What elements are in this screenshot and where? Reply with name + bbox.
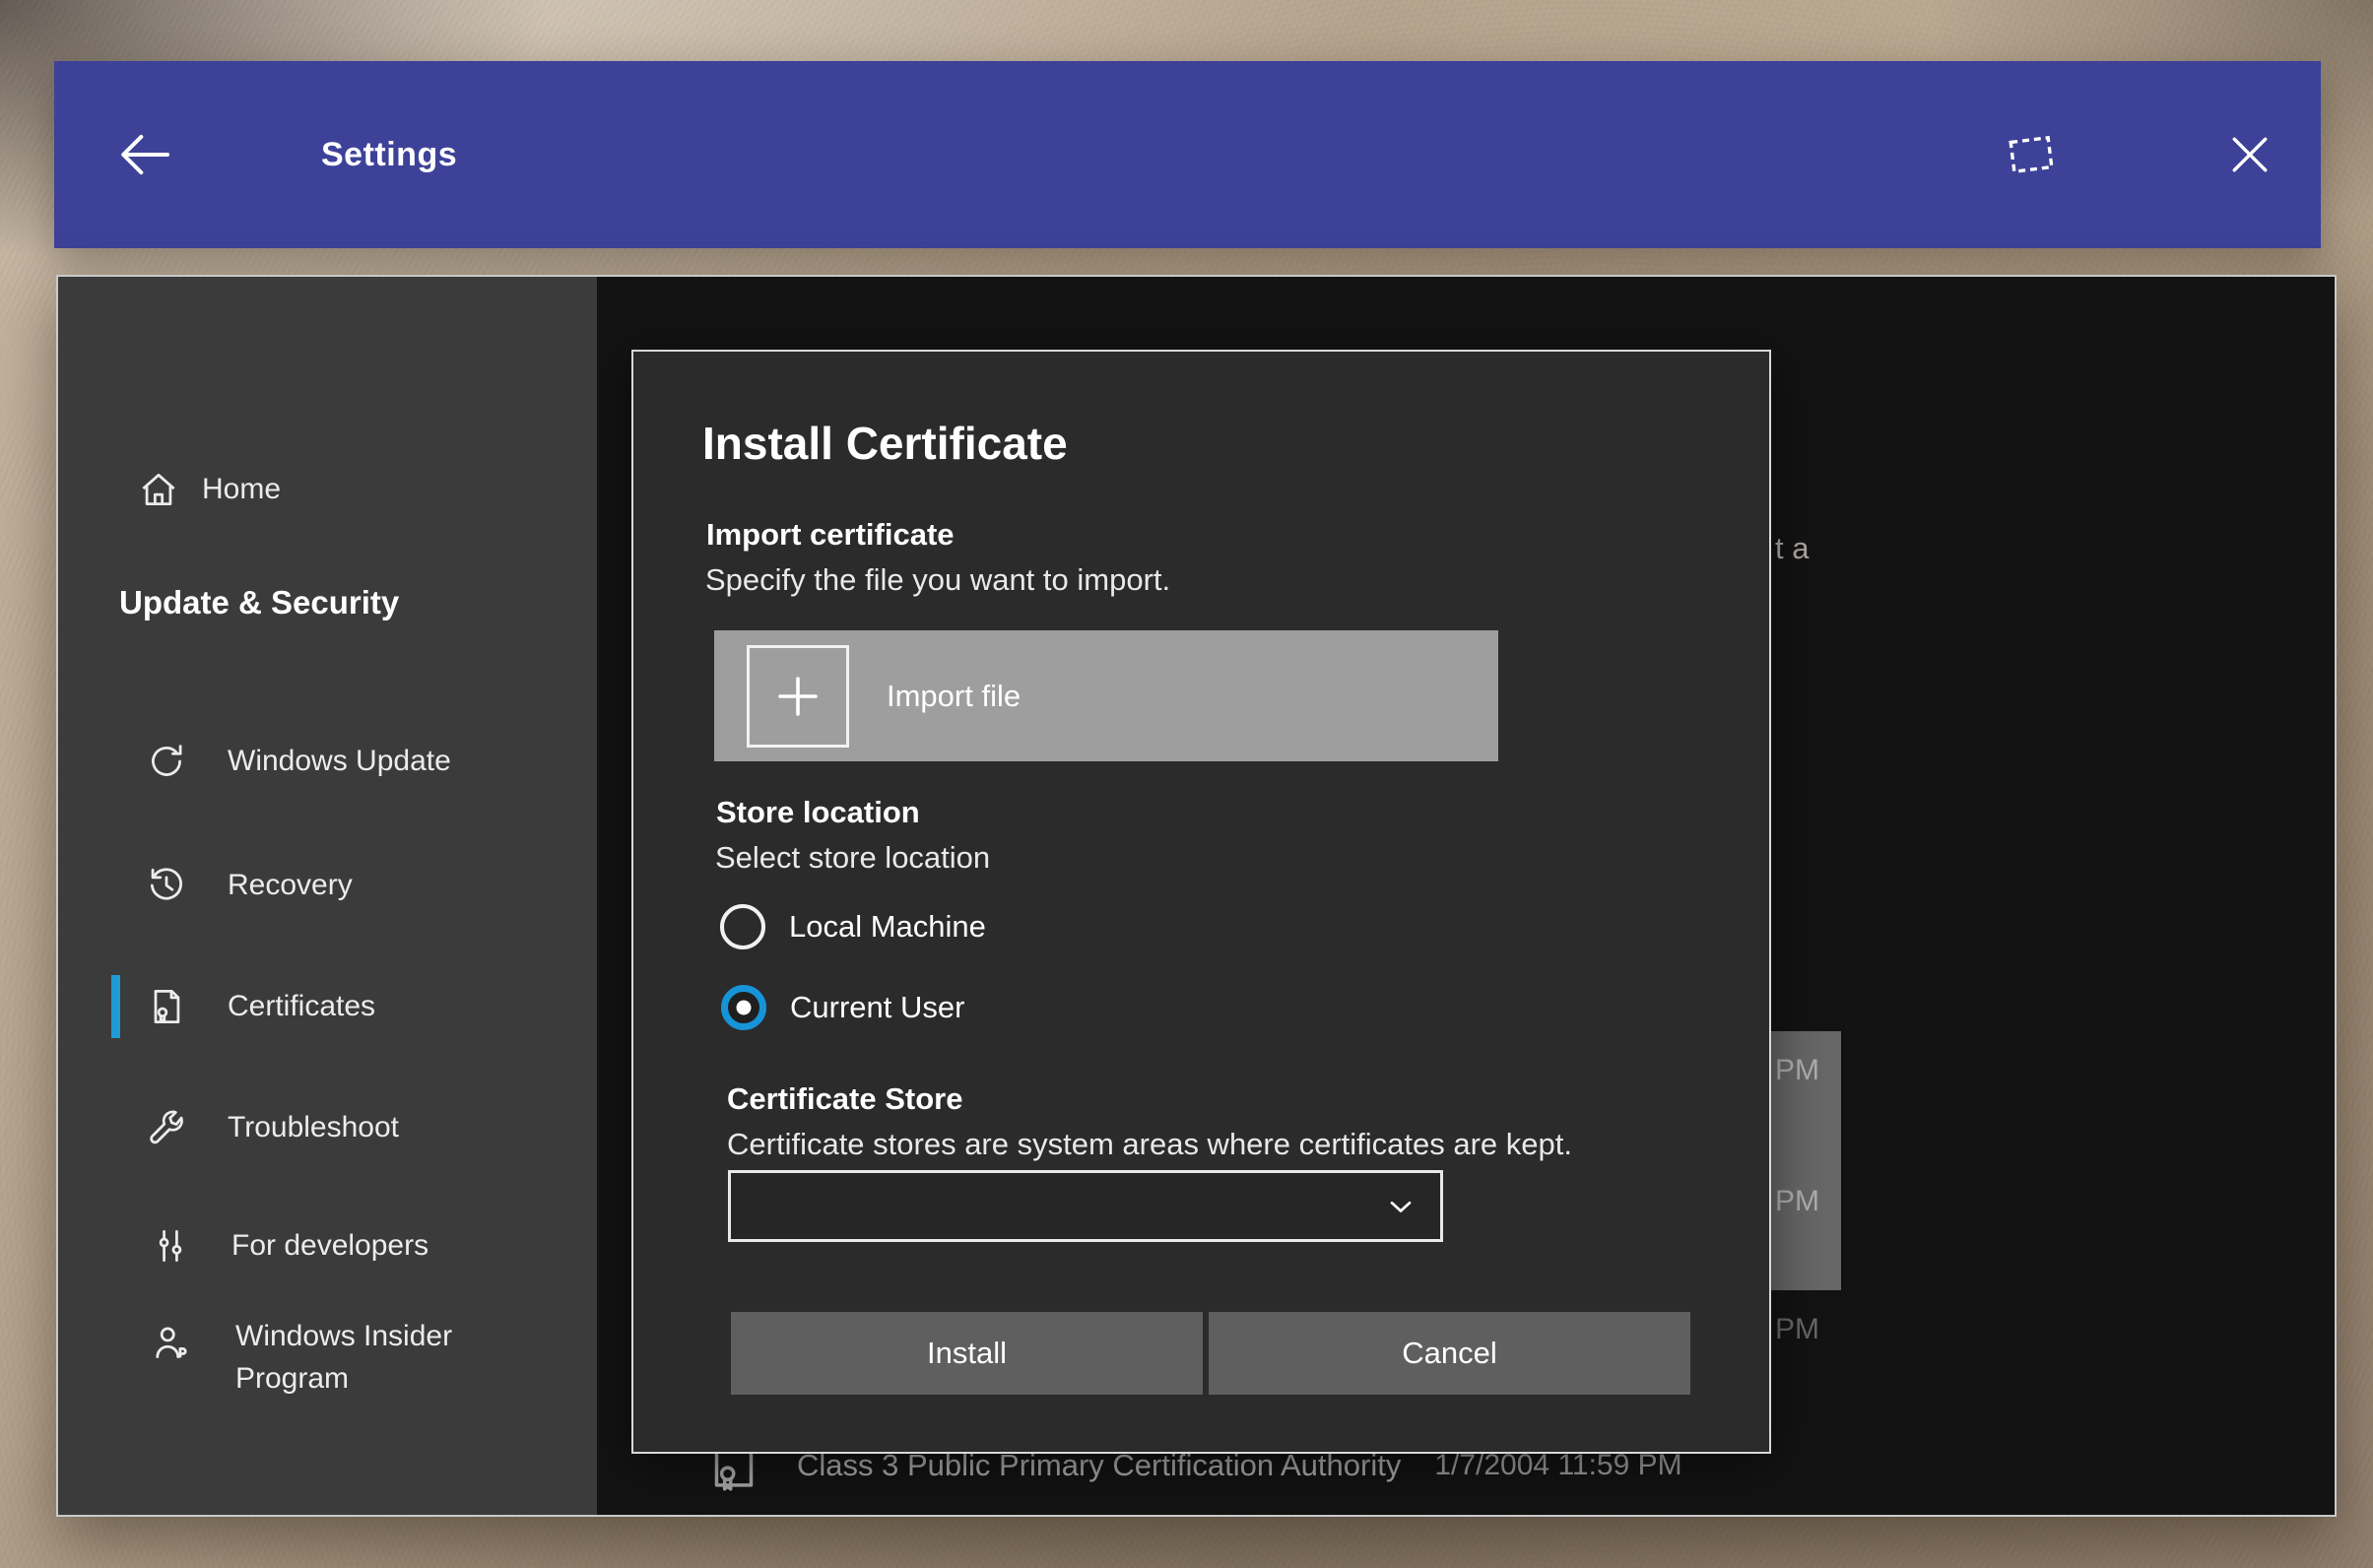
store-location-description: Select store location (715, 840, 991, 875)
sidebar-item-for-developers[interactable]: For developers (149, 1218, 428, 1274)
sidebar-item-label: Home (202, 473, 282, 505)
sidebar-item-label: Certificates (228, 990, 376, 1022)
import-file-label: Import file (887, 678, 1022, 713)
store-location-heading: Store location (716, 795, 920, 829)
sidebar-item-home[interactable]: Home (137, 462, 281, 517)
install-button[interactable]: Install (731, 1312, 1203, 1395)
titlebar: Settings (54, 61, 2321, 248)
certificate-store-description: Certificate stores are system areas wher… (727, 1127, 1572, 1161)
close-button[interactable] (2214, 119, 2285, 190)
chevron-down-icon (1383, 1189, 1418, 1224)
sync-icon (145, 740, 188, 783)
sidebar: Home Update & Security Windows Update Re… (58, 277, 597, 1515)
titlebar-actions (1996, 119, 2285, 190)
cancel-button[interactable]: Cancel (1209, 1312, 1690, 1395)
arrow-left-icon (112, 123, 175, 186)
dialog-title: Install Certificate (702, 418, 1068, 469)
radio-label: Current User (790, 990, 965, 1024)
wrench-icon (145, 1106, 188, 1149)
sidebar-item-windows-update[interactable]: Windows Update (145, 734, 451, 789)
radio-unselected-icon (720, 904, 765, 949)
sidebar-item-windows-insider[interactable]: Windows Insider Program (149, 1315, 482, 1413)
sidebar-category-title: Update & Security (119, 584, 400, 621)
install-button-label: Install (927, 1336, 1007, 1370)
content-area: t a PM PM PM Class 3 Public Primary Cert… (597, 277, 2335, 1515)
import-certificate-description: Specify the file you want to import. (705, 562, 1171, 597)
close-x-icon (2223, 128, 2276, 181)
sidebar-item-label: Windows Insider Program (235, 1320, 453, 1395)
sidebar-item-label: Windows Update (228, 745, 451, 777)
settings-window: Home Update & Security Windows Update Re… (56, 275, 2337, 1517)
person-icon (149, 1321, 192, 1364)
certificate-store-dropdown[interactable] (728, 1170, 1443, 1242)
radio-label: Local Machine (789, 909, 986, 944)
dev-sliders-icon (149, 1224, 192, 1268)
sidebar-item-label: Recovery (228, 869, 353, 901)
home-icon (137, 468, 180, 511)
history-icon (145, 864, 188, 907)
sidebar-item-label: Troubleshoot (228, 1111, 399, 1143)
certificate-store-heading: Certificate Store (727, 1081, 963, 1116)
install-certificate-dialog: Install Certificate Import certificate S… (631, 350, 1771, 1454)
import-file-button[interactable]: Import file (714, 630, 1498, 761)
certificate-icon (145, 985, 188, 1028)
radio-selected-icon (721, 985, 766, 1030)
back-button[interactable] (99, 110, 188, 199)
sidebar-item-label: For developers (231, 1229, 429, 1262)
sidebar-item-recovery[interactable]: Recovery (145, 858, 353, 913)
mixed-reality-environment: Settings Home Update & Security Windows … (0, 0, 2373, 1568)
dashed-window-icon (2001, 124, 2062, 185)
radio-local-machine[interactable]: Local Machine (720, 902, 986, 951)
window-adjust-button[interactable] (1996, 119, 2067, 190)
plus-icon (747, 644, 849, 748)
sidebar-item-certificates[interactable]: Certificates (145, 979, 375, 1034)
app-title: Settings (321, 135, 458, 173)
sidebar-item-troubleshoot[interactable]: Troubleshoot (145, 1100, 399, 1155)
import-certificate-heading: Import certificate (706, 517, 955, 552)
radio-current-user[interactable]: Current User (721, 983, 964, 1032)
cancel-button-label: Cancel (1402, 1336, 1497, 1370)
selected-item-accent-bar (111, 975, 120, 1038)
